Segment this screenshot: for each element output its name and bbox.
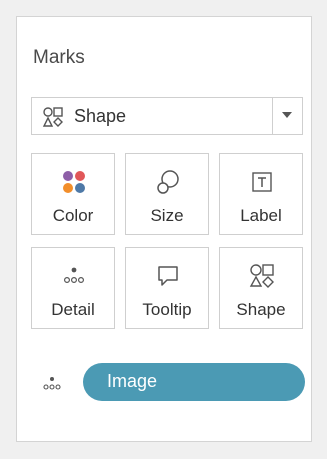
size-button[interactable]: Size	[125, 153, 209, 235]
tooltip-button[interactable]: Tooltip	[125, 247, 209, 329]
panel-title: Marks	[33, 47, 85, 68]
shape-button[interactable]: Shape	[219, 247, 303, 329]
field-pill-label: Image	[107, 371, 158, 391]
detail-label: Detail	[51, 300, 95, 319]
color-dots-icon	[63, 171, 85, 193]
detail-dots-icon	[43, 377, 61, 390]
color-button[interactable]: Color	[31, 153, 115, 235]
mark-type-dropdown[interactable]: Shape	[31, 97, 303, 135]
dropdown-arrow-button[interactable]	[272, 98, 302, 134]
shape-label: Shape	[236, 300, 286, 319]
size-icon	[157, 170, 179, 194]
chevron-down-icon	[282, 112, 292, 118]
size-label: Size	[150, 206, 184, 225]
field-row: Image	[41, 363, 311, 403]
text-label-icon	[252, 172, 272, 192]
tooltip-icon	[158, 266, 178, 286]
image-field-pill[interactable]: Image	[83, 363, 305, 401]
tooltip-label: Tooltip	[142, 300, 192, 319]
marks-panel: Marks Shape Color Size Label Detail Tool…	[16, 16, 312, 442]
label-button[interactable]: Label	[219, 153, 303, 235]
label-label: Label	[240, 206, 282, 225]
detail-dots-icon	[63, 267, 85, 284]
detail-button[interactable]: Detail	[31, 247, 115, 329]
shapes-icon	[42, 107, 63, 127]
color-label: Color	[52, 206, 94, 225]
mark-type-label: Shape	[74, 106, 127, 126]
shapes-icon	[249, 264, 274, 288]
